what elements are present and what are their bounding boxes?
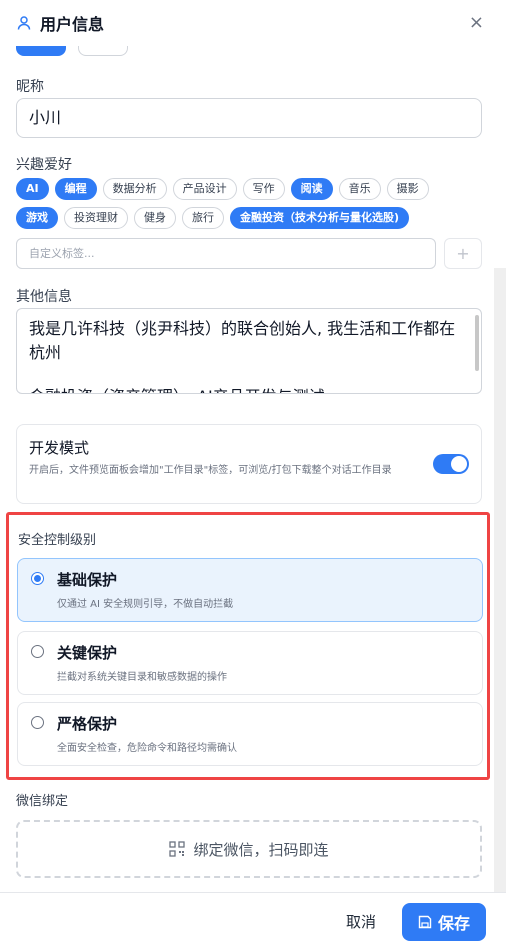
qrcode-icon <box>169 841 186 857</box>
nickname-input[interactable]: 小川 <box>16 98 482 138</box>
tag-financial-investing[interactable]: 金融投资（技术分析与量化选股) <box>230 207 410 229</box>
nickname-label: 昵称 <box>16 79 44 95</box>
security-option-strict[interactable]: 严格保护 全面安全检查，危险命令和路径均需确认 <box>17 702 483 766</box>
dialog-header: 用户信息 × <box>0 0 506 46</box>
dialog-footer: 取消 保存 <box>0 892 506 950</box>
interests-label: 兴趣爱好 <box>16 157 72 173</box>
dialog-scrollbar[interactable] <box>494 268 506 892</box>
security-option-desc: 全面安全检查，危险命令和路径均需确认 <box>57 743 237 754</box>
radio-icon[interactable] <box>31 716 44 729</box>
dev-mode-toggle[interactable] <box>433 454 469 474</box>
other-info-label: 其他信息 <box>16 289 72 305</box>
bind-wechat-button[interactable]: 绑定微信，扫码即连 <box>16 820 482 878</box>
tag-investing[interactable]: 投资理财 <box>64 207 128 229</box>
radio-icon[interactable] <box>31 645 44 658</box>
cancel-button[interactable]: 取消 <box>346 911 376 932</box>
tag-reading[interactable]: 阅读 <box>290 178 333 200</box>
save-label: 保存 <box>437 914 470 933</box>
add-tag-button[interactable]: + <box>444 238 482 269</box>
other-info-line: 我是几许科技（兆尹科技）的联合创始人, 我生活和工作都在杭州 <box>29 319 456 362</box>
dialog-title: 用户信息 <box>40 15 105 34</box>
toggle-knob <box>451 456 467 472</box>
tag-fitness[interactable]: 健身 <box>134 207 176 229</box>
other-info-line: 金融投资（资产管理）、AI产品开发与测试 <box>29 385 469 393</box>
dialog-body[interactable]: 昵称 小川 兴趣爱好 AI 编程 数据分析 产品设计 写作 阅读 音乐 摄影 游… <box>0 46 506 892</box>
scrolled-button-stub[interactable] <box>16 46 66 56</box>
wechat-binding-label: 微信绑定 <box>16 794 69 809</box>
save-button[interactable]: 保存 <box>402 903 486 941</box>
interest-tags-row: AI 编程 数据分析 产品设计 写作 阅读 音乐 摄影 <box>16 178 429 200</box>
tag-photography[interactable]: 摄影 <box>386 178 429 200</box>
security-option-title: 严格保护 <box>57 715 118 733</box>
security-option-basic[interactable]: 基础保护 仅通过 AI 安全规则引导，不做自动拦截 <box>17 558 483 622</box>
security-level-section: 安全控制级别 基础保护 仅通过 AI 安全规则引导，不做自动拦截 关键保护 拦截… <box>6 512 490 780</box>
tag-ai[interactable]: AI <box>16 178 49 200</box>
security-option-desc: 仅通过 AI 安全规则引导，不做自动拦截 <box>57 599 234 610</box>
other-info-textarea[interactable]: 我是几许科技（兆尹科技）的联合创始人, 我生活和工作都在杭州 金融投资（资产管理… <box>16 308 482 394</box>
tag-data-analysis[interactable]: 数据分析 <box>102 178 167 200</box>
tag-programming[interactable]: 编程 <box>54 178 97 200</box>
security-option-desc: 拦截对系统关键目录和敏感数据的操作 <box>57 672 227 683</box>
dev-mode-card: 开发模式 开启后，文件预览面板会增加"工作目录"标签，可浏览/打包下载整个对话工… <box>16 424 482 504</box>
bind-wechat-label: 绑定微信，扫码即连 <box>193 840 329 859</box>
tag-product-design[interactable]: 产品设计 <box>172 178 237 200</box>
tag-music[interactable]: 音乐 <box>338 178 381 200</box>
scrolled-button-stub[interactable] <box>78 46 128 56</box>
dev-mode-title: 开发模式 <box>29 439 90 457</box>
custom-tag-input[interactable]: 自定义标签... <box>16 238 436 269</box>
tag-gaming[interactable]: 游戏 <box>16 207 58 229</box>
save-icon <box>418 915 432 929</box>
radio-selected-icon[interactable] <box>31 572 44 585</box>
security-option-title: 关键保护 <box>57 644 118 662</box>
interest-tags-row: 游戏 投资理财 健身 旅行 金融投资（技术分析与量化选股) <box>16 207 410 229</box>
textarea-scrollbar[interactable] <box>475 315 479 371</box>
security-option-critical[interactable]: 关键保护 拦截对系统关键目录和敏感数据的操作 <box>17 631 483 695</box>
close-icon[interactable]: × <box>469 13 484 33</box>
tag-travel[interactable]: 旅行 <box>182 207 224 229</box>
security-level-title: 安全控制级别 <box>18 533 97 548</box>
security-option-title: 基础保护 <box>57 571 118 589</box>
dev-mode-description: 开启后，文件预览面板会增加"工作目录"标签，可浏览/打包下载整个对话工作目录 <box>29 465 392 476</box>
user-icon <box>17 16 31 30</box>
tag-writing[interactable]: 写作 <box>242 178 285 200</box>
